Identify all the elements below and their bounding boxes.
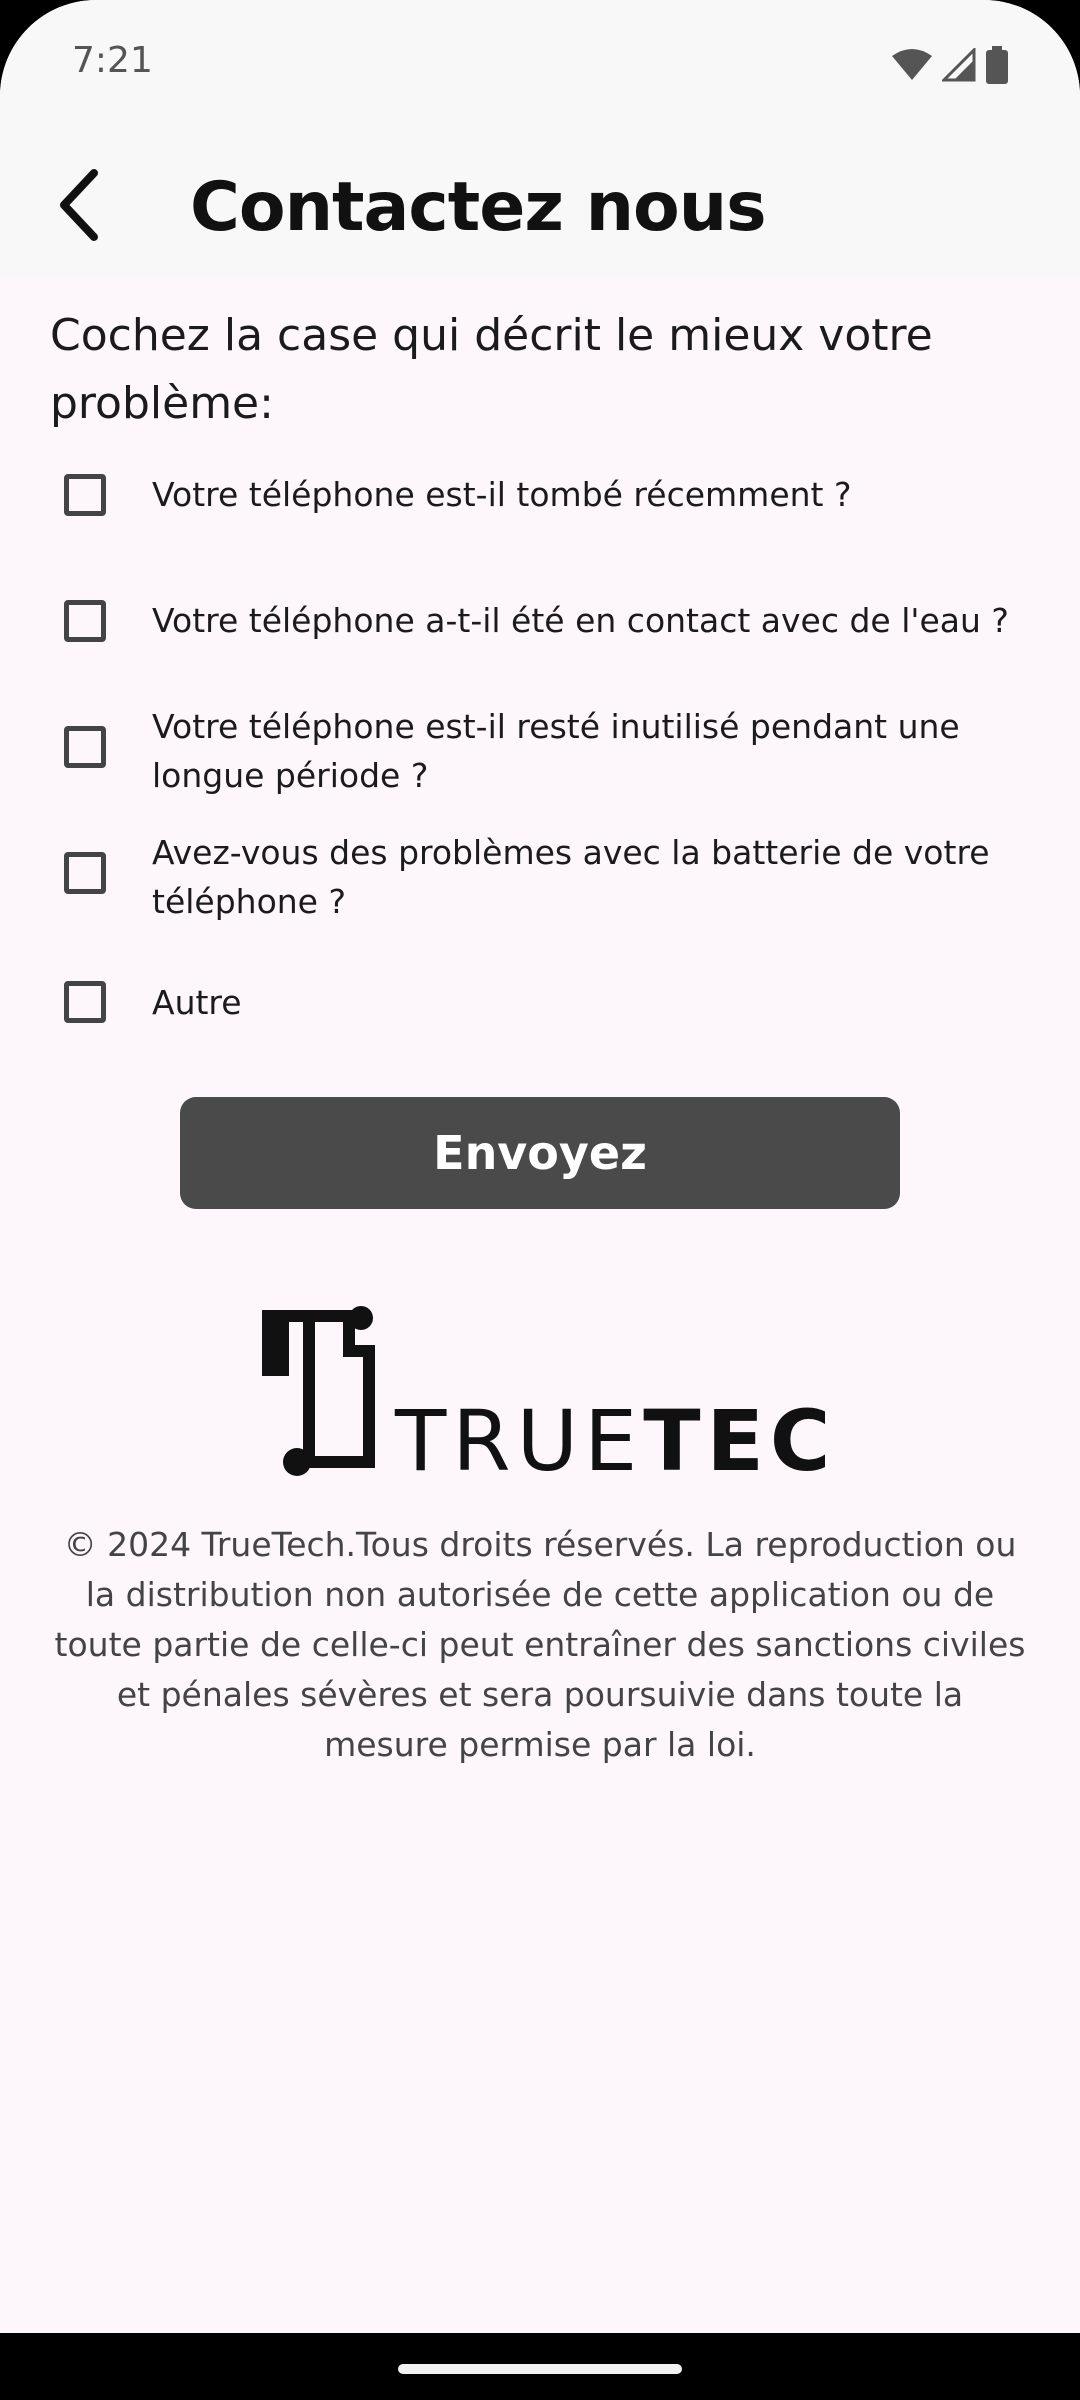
svg-text:TRUETECH: TRUETECH: [394, 1392, 825, 1480]
send-button[interactable]: Envoyez: [180, 1097, 900, 1209]
checkbox-dropped[interactable]: [64, 474, 106, 516]
status-icons: [892, 46, 1008, 84]
back-arrow-icon: [60, 169, 98, 241]
gesture-nav-handle[interactable]: [398, 2364, 682, 2374]
status-time: 7:21: [72, 40, 153, 81]
checkbox-water[interactable]: [64, 600, 106, 642]
option-label: Votre téléphone est-il tombé récemment ?: [152, 475, 852, 514]
checkbox-battery[interactable]: [64, 852, 106, 894]
logo-text-bold: TECH: [643, 1392, 825, 1480]
checkbox-unused[interactable]: [64, 726, 106, 768]
screen: 7:21 Contactez nous Cochez la case qui d…: [0, 0, 1080, 2333]
option-label: Votre téléphone est-il resté inutilisé p…: [152, 707, 960, 795]
option-label: Votre téléphone a-t-il été en contact av…: [152, 601, 1009, 640]
option-label: Avez-vous des problèmes avec la batterie…: [152, 833, 990, 921]
wifi-icon: [892, 49, 932, 80]
logo-text-light: TRUE: [394, 1392, 643, 1480]
back-button[interactable]: [36, 162, 122, 248]
option-label: Autre: [152, 983, 242, 1022]
checkbox-other[interactable]: [64, 981, 106, 1023]
cell-signal-icon: [942, 48, 976, 82]
battery-icon: [986, 46, 1008, 84]
truetech-logo: TRUETECH: [262, 1306, 825, 1480]
status-bar: 7:21: [0, 0, 1080, 132]
copyright-notice: © 2024 TrueTech.Tous droits réservés. La…: [54, 1525, 1026, 1764]
app-bar: Contactez nous: [0, 132, 1080, 278]
form-prompt: Cochez la case qui décrit le mieux votre…: [50, 310, 933, 429]
page-title: Contactez nous: [190, 168, 767, 247]
